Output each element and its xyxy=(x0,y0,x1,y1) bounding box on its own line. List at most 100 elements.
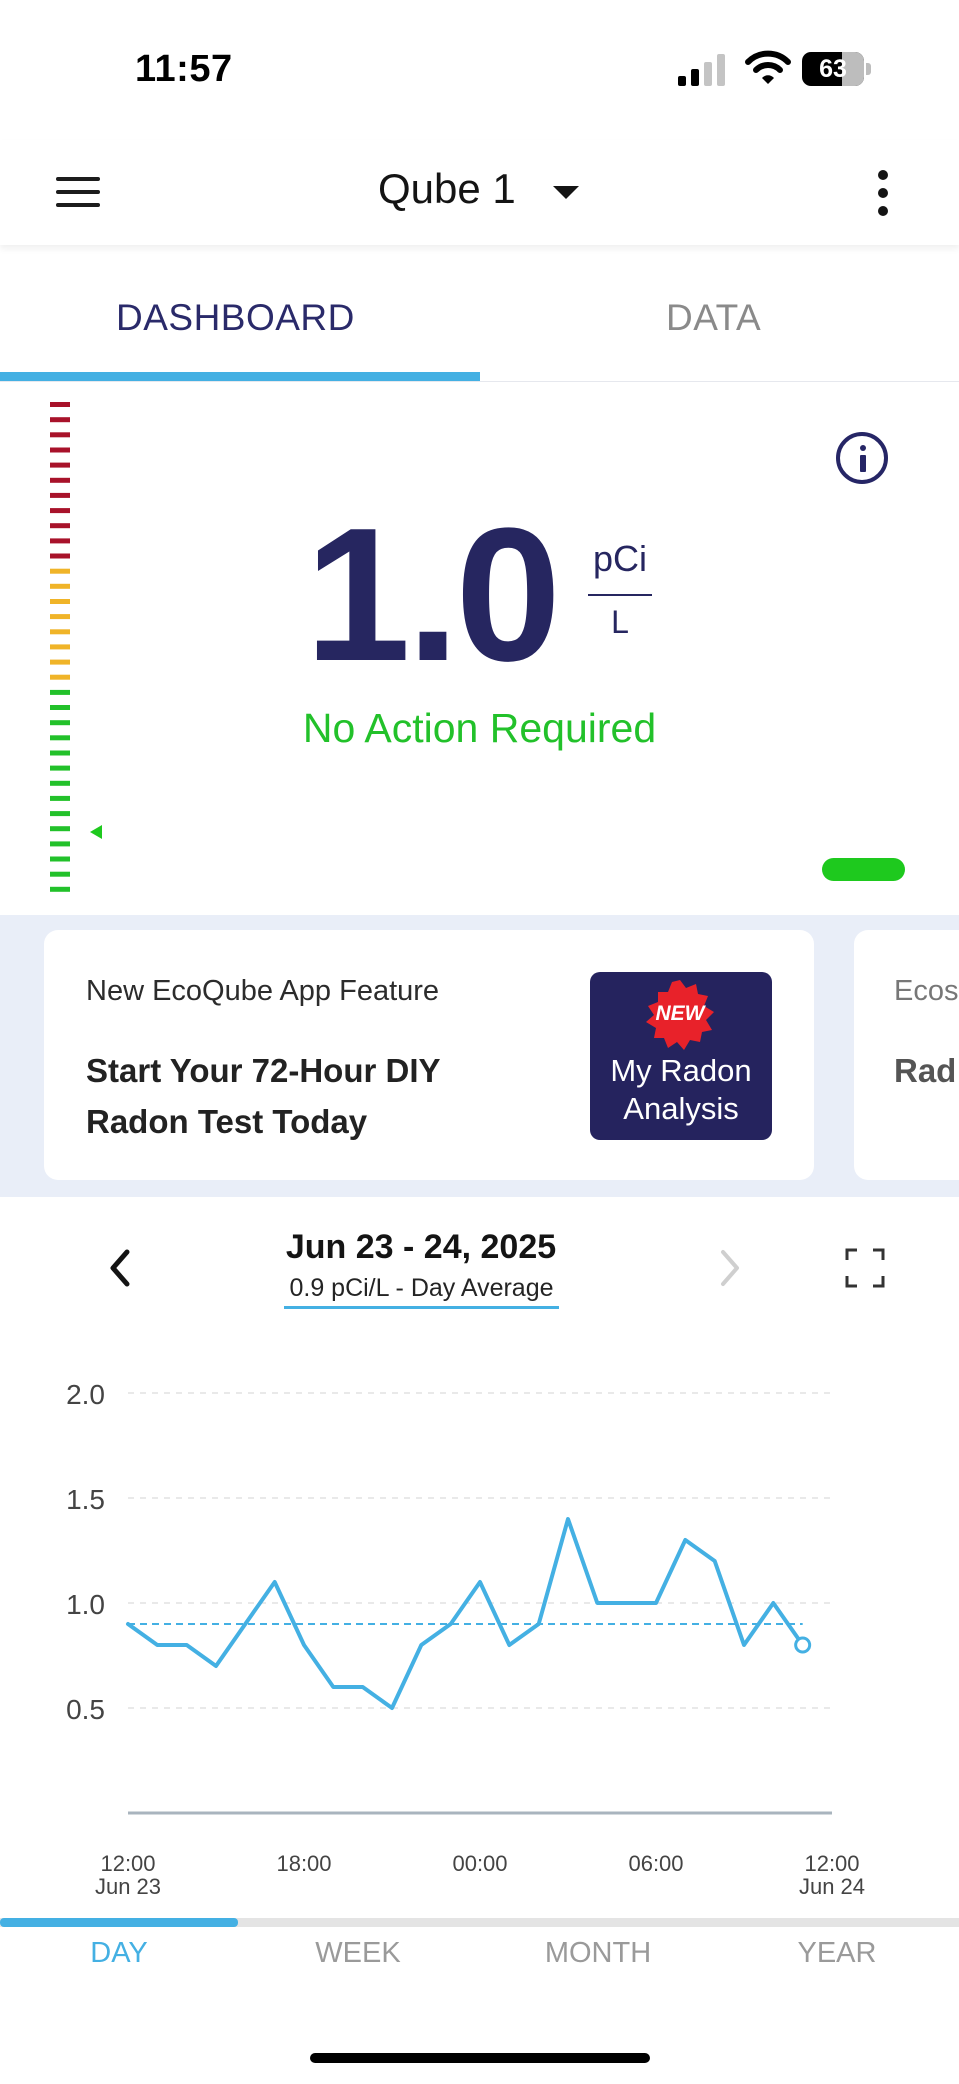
device-selector-title[interactable]: Qube 1 xyxy=(378,165,516,213)
x-tick-date: Jun 24 xyxy=(799,1874,865,1899)
data-point xyxy=(683,1538,687,1542)
promo-next-kicker: Ecos xyxy=(894,975,959,1007)
wifi-icon xyxy=(745,50,791,84)
chevron-right-icon[interactable] xyxy=(715,1248,745,1288)
main-tabs: DASHBOARD DATA xyxy=(0,262,959,382)
badge-label: My Radon Analysis xyxy=(610,1053,752,1126)
data-point xyxy=(625,1601,629,1605)
chevron-left-icon[interactable] xyxy=(105,1248,135,1288)
gauge-tick xyxy=(50,492,70,498)
y-tick-label: 2.0 xyxy=(66,1379,105,1410)
data-point xyxy=(361,1685,365,1689)
gauge-tick xyxy=(50,553,70,559)
gauge-tick xyxy=(50,689,70,695)
tab-data[interactable]: DATA xyxy=(666,297,761,339)
gauge-tick xyxy=(50,417,70,423)
unit-denominator: L xyxy=(611,604,629,640)
gauge-tick xyxy=(50,402,70,407)
data-point xyxy=(273,1580,277,1584)
x-tick-time: 12:00 xyxy=(804,1851,859,1876)
data-point xyxy=(155,1643,159,1647)
data-point xyxy=(713,1559,717,1563)
y-tick-label: 1.0 xyxy=(66,1589,105,1620)
my-radon-analysis-badge[interactable]: NEW My Radon Analysis xyxy=(590,972,772,1140)
gauge-tick xyxy=(50,659,70,665)
gauge-tick xyxy=(50,614,70,620)
battery-icon: 63 xyxy=(802,52,872,86)
data-point xyxy=(243,1622,247,1626)
range-tab-year[interactable]: YEAR xyxy=(737,1937,937,1970)
gauge-tick xyxy=(50,856,70,862)
gauge-tick xyxy=(50,477,70,483)
status-time: 11:57 xyxy=(135,48,233,90)
x-tick-time: 12:00 xyxy=(100,1851,155,1876)
more-options-icon[interactable] xyxy=(876,170,890,216)
x-tick-date: Jun 23 xyxy=(95,1874,161,1899)
data-point xyxy=(449,1622,453,1626)
gauge-tick xyxy=(50,765,70,771)
unit-fraction-line xyxy=(588,594,652,596)
x-tick-time: 00:00 xyxy=(452,1851,507,1876)
series-line xyxy=(126,1517,805,1710)
data-point xyxy=(654,1601,658,1605)
gauge-tick xyxy=(50,462,70,468)
tab-dashboard[interactable]: DASHBOARD xyxy=(116,297,355,339)
gauge-tick xyxy=(50,886,70,892)
range-tab-indicator xyxy=(0,1918,238,1927)
promo-next-headline: Rad hea xyxy=(894,1052,959,1089)
data-point xyxy=(214,1664,218,1668)
chart-date-range: Jun 23 - 24, 2025 xyxy=(285,1228,557,1266)
app-header: Qube 1 xyxy=(0,140,959,245)
data-point xyxy=(507,1643,511,1647)
data-point xyxy=(478,1580,482,1584)
data-point xyxy=(390,1706,394,1710)
gauge-tick xyxy=(50,523,70,529)
new-badge-label: NEW xyxy=(655,1002,705,1025)
gauge-tick xyxy=(50,599,70,604)
data-point xyxy=(537,1622,541,1626)
status-indicator-pill xyxy=(822,858,905,881)
hamburger-menu-icon[interactable] xyxy=(56,177,100,207)
range-tab-month[interactable]: MONTH xyxy=(498,1937,698,1970)
chart-average-underline xyxy=(284,1306,559,1309)
range-tab-week[interactable]: WEEK xyxy=(258,1937,458,1970)
signal-icon xyxy=(678,54,725,86)
promo-card[interactable]: New EcoQube App Feature Start Your 72-Ho… xyxy=(44,930,814,1180)
gauge-tick xyxy=(50,841,70,847)
data-point xyxy=(126,1622,130,1626)
gauge-tick xyxy=(50,447,70,453)
promo-headline: Start Your 72-Hour DIY Radon Test Today xyxy=(86,1052,440,1140)
data-point xyxy=(185,1643,189,1647)
gauge-tick xyxy=(50,568,70,574)
status-bar: 11:57 63 xyxy=(0,0,959,140)
unit-numerator: pCi xyxy=(592,538,648,579)
data-point xyxy=(331,1685,335,1689)
x-tick-time: 18:00 xyxy=(276,1851,331,1876)
gauge-tick xyxy=(50,538,70,544)
info-icon[interactable] xyxy=(836,432,888,484)
app-screen: 11:57 63 Qube 1 DASHBOARD DATA 1.0 pCi L… xyxy=(0,0,959,2084)
radon-level-gauge xyxy=(50,402,70,892)
range-tab-day[interactable]: DAY xyxy=(19,1937,219,1970)
gauge-tick xyxy=(50,780,70,786)
data-point xyxy=(595,1601,599,1605)
radon-line-chart: 2.01.51.00.512:00Jun 2318:00 00:00 06:00 12… xyxy=(66,1379,865,1899)
gauge-tick xyxy=(50,795,70,801)
promo-card-next[interactable]: Ecos Rad hea xyxy=(854,930,959,1180)
chart-day-average[interactable]: 0.9 pCi/L - Day Average xyxy=(284,1274,559,1303)
latest-data-point xyxy=(794,1636,812,1654)
gauge-tick xyxy=(50,508,70,514)
gauge-tick xyxy=(50,871,70,877)
data-point xyxy=(302,1643,306,1647)
gauge-marker-icon xyxy=(90,825,102,839)
reading-status: No Action Required xyxy=(302,705,657,751)
gauge-tick xyxy=(50,583,70,589)
data-point xyxy=(566,1517,570,1521)
data-point xyxy=(771,1601,775,1605)
y-tick-label: 1.5 xyxy=(66,1484,105,1515)
caret-down-icon[interactable] xyxy=(553,186,579,199)
gauge-tick xyxy=(50,432,70,438)
fullscreen-icon[interactable] xyxy=(845,1248,885,1288)
gauge-tick xyxy=(50,629,70,635)
x-tick-time: 06:00 xyxy=(628,1851,683,1876)
